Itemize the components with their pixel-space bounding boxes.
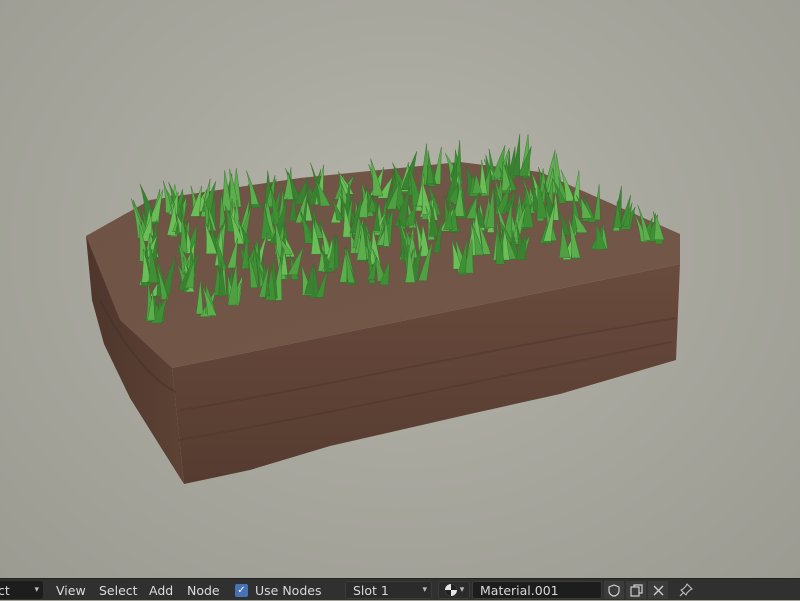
checkmark-icon[interactable]: ✓ [235, 583, 248, 597]
chevron-down-icon: ▾ [34, 585, 39, 595]
node-editor-header: ct ▾ View Select Add Node ✓ Use Nodes Sl… [0, 578, 800, 600]
scene-render [86, 133, 680, 484]
menu-add[interactable]: Add [149, 579, 173, 601]
fake-user-button[interactable] [604, 581, 624, 599]
menu-node[interactable]: Node [187, 579, 220, 601]
menu-view[interactable]: View [56, 579, 86, 601]
3d-viewport[interactable] [0, 0, 800, 578]
use-nodes-toggle[interactable]: ✓ Use Nodes [235, 579, 321, 601]
material-sphere-icon [444, 584, 457, 596]
duplicate-icon [629, 583, 643, 597]
chevron-down-icon: ▾ [422, 585, 427, 595]
use-nodes-label: Use Nodes [255, 582, 322, 598]
material-name-field[interactable]: Material.001 [472, 581, 602, 599]
shield-icon [608, 583, 620, 597]
pin-button[interactable] [676, 581, 696, 599]
material-browse-button[interactable]: ▾ [438, 581, 470, 599]
unlink-material-button[interactable] [648, 581, 668, 599]
close-icon [653, 585, 663, 595]
slot-dropdown[interactable]: Slot 1 ▾ [345, 581, 432, 599]
editor-mode-label: ct [0, 582, 10, 598]
chevron-down-icon: ▾ [459, 585, 465, 595]
editor-mode-dropdown[interactable]: ct ▾ [0, 581, 43, 599]
material-name: Material.001 [480, 582, 559, 598]
pin-icon [679, 583, 693, 597]
slot-label: Slot 1 [353, 582, 389, 598]
menu-select[interactable]: Select [99, 579, 138, 601]
duplicate-material-button[interactable] [626, 581, 646, 599]
